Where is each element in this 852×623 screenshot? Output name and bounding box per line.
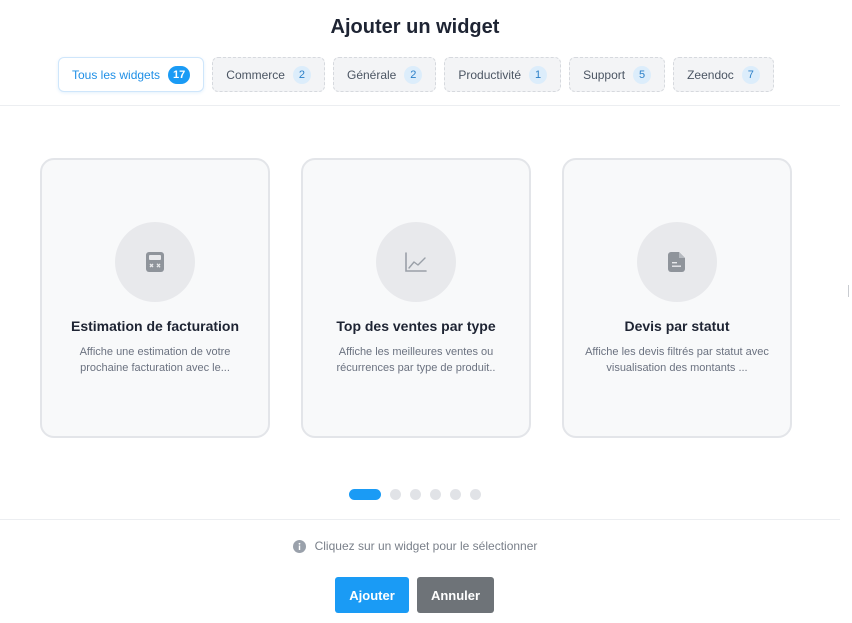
dialog-title: Ajouter un widget bbox=[330, 16, 500, 38]
card-title: Top des ventes par type bbox=[336, 318, 496, 334]
tab-productivite[interactable]: Productivité 1 bbox=[444, 57, 562, 92]
tab-label: Générale bbox=[346, 67, 397, 82]
tab-label: Tous les widgets bbox=[72, 67, 161, 82]
tab-count-badge: 5 bbox=[633, 65, 652, 84]
card-description: Affiche les devis filtrés par statut ave… bbox=[585, 346, 769, 374]
card-icon-circle bbox=[637, 222, 717, 302]
pagination-dot[interactable] bbox=[450, 489, 461, 500]
hint-text: Cliquez sur un widget pour le sélectionn… bbox=[314, 539, 538, 553]
tab-count-badge: 2 bbox=[404, 65, 423, 84]
widget-carousel: Estimation de facturation Affiche une es… bbox=[40, 158, 792, 438]
tab-count-badge: 2 bbox=[292, 65, 311, 84]
cancel-button[interactable]: Annuler bbox=[417, 577, 494, 613]
tab-label: Commerce bbox=[226, 67, 285, 82]
tab-support[interactable]: Support 5 bbox=[569, 57, 666, 92]
tab-label: Productivité bbox=[458, 67, 522, 82]
dialog-actions: Ajouter Annuler bbox=[335, 577, 494, 613]
tab-commerce[interactable]: Commerce 2 bbox=[212, 57, 325, 92]
tab-zeendoc[interactable]: Zeendoc 7 bbox=[673, 57, 774, 92]
card-icon-circle bbox=[376, 222, 456, 302]
add-button[interactable]: Ajouter bbox=[335, 577, 409, 613]
calculator-icon bbox=[146, 252, 164, 272]
next-card-peek bbox=[848, 285, 852, 297]
pagination-dot[interactable] bbox=[410, 489, 421, 500]
carousel-pagination bbox=[349, 489, 481, 500]
add-widget-dialog: Ajouter un widget Tous les widgets 17 Co… bbox=[0, 0, 852, 623]
pagination-dot[interactable] bbox=[470, 489, 481, 500]
tab-count-badge: 17 bbox=[168, 65, 191, 84]
tab-count-badge: 7 bbox=[741, 65, 760, 84]
selection-hint: Cliquez sur un widget pour le sélectionn… bbox=[0, 539, 830, 553]
widget-card-billing-estimate[interactable]: Estimation de facturation Affiche une es… bbox=[40, 158, 270, 438]
pagination-dot[interactable] bbox=[390, 489, 401, 500]
card-description: Affiche une estimation de votre prochain… bbox=[79, 346, 231, 374]
pagination-dot[interactable] bbox=[430, 489, 441, 500]
line-chart-icon bbox=[405, 252, 427, 272]
card-title: Estimation de facturation bbox=[70, 318, 240, 334]
tab-count-badge: 1 bbox=[529, 65, 548, 84]
tab-all-widgets[interactable]: Tous les widgets 17 bbox=[58, 57, 205, 92]
info-icon bbox=[292, 539, 306, 553]
card-title: Devis par statut bbox=[624, 318, 730, 334]
tab-generale[interactable]: Générale 2 bbox=[332, 57, 437, 92]
header-divider bbox=[0, 105, 840, 106]
category-tabs: Tous les widgets 17 Commerce 2 Générale … bbox=[58, 57, 774, 92]
widget-card-quotes-by-status[interactable]: Devis par statut Affiche les devis filtr… bbox=[562, 158, 792, 438]
tab-label: Support bbox=[583, 67, 626, 82]
card-description: Affiche les meilleures ventes ou récurre… bbox=[336, 346, 496, 374]
footer-divider bbox=[0, 519, 840, 520]
tab-label: Zeendoc bbox=[687, 67, 734, 82]
card-icon-circle bbox=[115, 222, 195, 302]
widget-card-top-sales[interactable]: Top des ventes par type Affiche les meil… bbox=[301, 158, 531, 438]
document-icon bbox=[668, 252, 685, 272]
pagination-dot-active[interactable] bbox=[349, 489, 381, 500]
